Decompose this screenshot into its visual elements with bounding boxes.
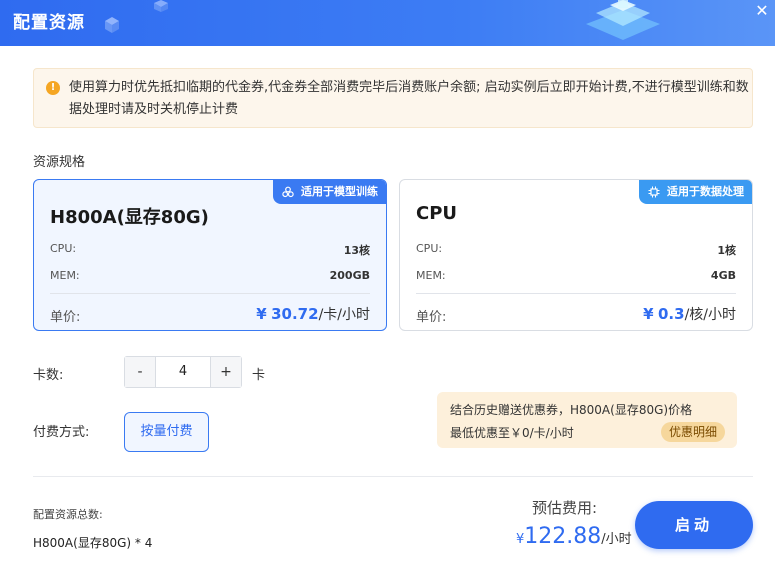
price-label: 单价: <box>50 310 81 325</box>
cpu-value: 13核 <box>343 244 370 257</box>
payment-label: 付费方式: <box>33 425 90 440</box>
start-button[interactable]: 启动 <box>635 501 753 549</box>
cpu-value: 1核 <box>717 244 736 257</box>
quantity-unit: 卡 <box>252 368 266 383</box>
spec-card-cpu[interactable]: 适用于数据处理 CPU CPU: 1核 MEM: 4GB 单价: ¥ 0.3/核… <box>399 179 753 331</box>
promo-detail-button[interactable]: 优惠明细 <box>660 422 725 442</box>
chip-icon <box>648 186 660 198</box>
estimate-label: 预估费用: <box>532 499 598 517</box>
dialog-title: 配置资源 <box>13 13 85 33</box>
footer-divider <box>33 476 753 477</box>
spec-section-label: 资源规格 <box>33 155 86 170</box>
card-divider <box>50 293 370 294</box>
decor-server-icon <box>586 0 660 40</box>
close-icon[interactable]: ✕ <box>753 2 771 20</box>
mem-row: MEM: 200GB <box>50 269 370 282</box>
card-badge: 适用于数据处理 <box>639 180 752 204</box>
cpu-row: CPU: 13核 <box>50 242 370 257</box>
model-training-icon <box>282 186 294 198</box>
unit-price: ¥ 30.72/卡/小时 <box>256 305 370 323</box>
quantity-input[interactable]: 4 <box>155 357 211 387</box>
card-badge: 适用于模型训练 <box>273 180 386 204</box>
card-title: H800A(显存80G) <box>50 207 209 228</box>
summary-label: 配置资源总数: <box>33 508 103 521</box>
dialog-header: 配置资源 ✕ <box>0 0 775 46</box>
cpu-row: CPU: 1核 <box>416 242 736 257</box>
billing-notice: ! 使用算力时优先抵扣临期的代金券,代金券全部消费完毕后消费账户余额; 启动实例… <box>33 68 753 128</box>
card-title: CPU <box>416 203 458 224</box>
promo-text-2: 最低优惠至￥0/卡/小时 <box>450 426 574 440</box>
spec-card-h800a[interactable]: 适用于模型训练 H800A(显存80G) CPU: 13核 MEM: 200GB… <box>33 179 387 331</box>
badge-label: 适用于模型训练 <box>301 185 378 198</box>
increment-button[interactable]: + <box>211 357 241 387</box>
card-divider <box>416 293 736 294</box>
mem-row: MEM: 4GB <box>416 269 736 282</box>
decor-cube-icon <box>154 0 168 12</box>
mem-value: 200GB <box>329 269 370 282</box>
notice-text: 使用算力时优先抵扣临期的代金券,代金券全部消费完毕后消费账户余额; 启动实例后立… <box>69 80 749 117</box>
quantity-stepper: - 4 + <box>124 356 242 388</box>
promo-banner: 结合历史赠送优惠券，H800A(显存80G)价格 最低优惠至￥0/卡/小时 优惠… <box>437 392 737 448</box>
promo-text-1: 结合历史赠送优惠券，H800A(显存80G)价格 <box>450 403 693 417</box>
summary-value: H800A(显存80G) * 4 <box>33 536 153 550</box>
price-label: 单价: <box>416 310 447 325</box>
warning-icon: ! <box>46 81 60 95</box>
estimate-price: ¥122.88/小时 <box>516 524 632 549</box>
decor-cube-icon <box>105 17 119 33</box>
badge-label: 适用于数据处理 <box>667 185 744 198</box>
decrement-button[interactable]: - <box>125 357 155 387</box>
mem-value: 4GB <box>710 269 736 282</box>
pay-as-you-go-button[interactable]: 按量付费 <box>124 412 209 452</box>
unit-price: ¥ 0.3/核/小时 <box>643 305 736 323</box>
quantity-label: 卡数: <box>33 368 64 383</box>
